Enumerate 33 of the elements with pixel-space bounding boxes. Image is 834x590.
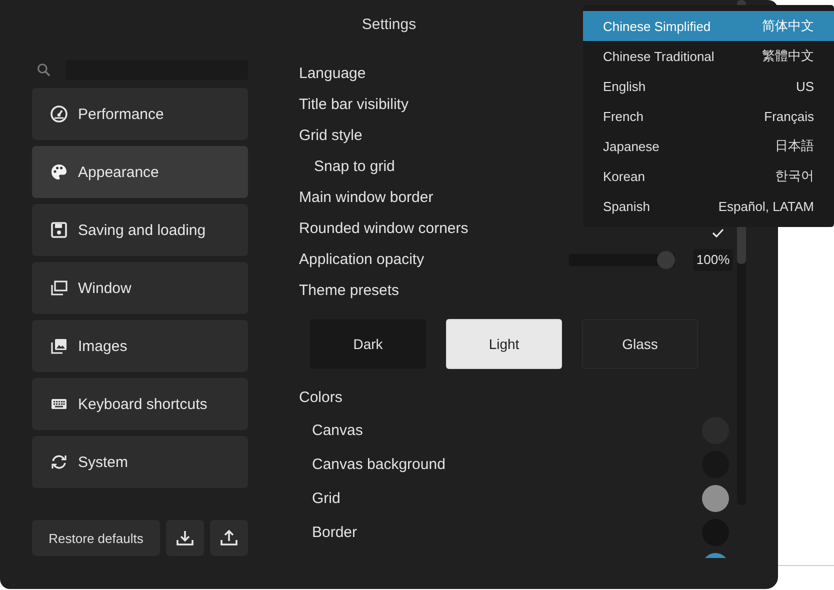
language-option[interactable]: Chinese Simplified 简体中文: [583, 11, 834, 41]
color-label: Border: [312, 524, 358, 540]
language-option[interactable]: English US: [583, 71, 834, 101]
color-label: Canvas background: [312, 456, 446, 472]
language-option[interactable]: Japanese 日本語: [583, 131, 834, 161]
setting-label: Theme presets: [299, 282, 400, 299]
setting-label: Main window border: [299, 189, 434, 206]
setting-label: Application opacity: [299, 251, 424, 268]
theme-preset-button[interactable]: Light: [446, 319, 562, 369]
theme-preset-button[interactable]: Glass: [582, 319, 698, 369]
sidebar-item[interactable]: Appearance: [32, 146, 248, 198]
sidebar-item[interactable]: Window: [32, 262, 248, 314]
setting-label: Rounded window corners: [299, 220, 468, 237]
setting-label: Grid style: [299, 127, 362, 144]
sidebar-item[interactable]: Images: [32, 320, 248, 372]
window-title: Settings: [362, 15, 416, 35]
restore-defaults-button[interactable]: Restore defaults: [32, 520, 160, 556]
sidebar-item[interactable]: Performance: [32, 88, 248, 140]
color-label: Grid: [312, 490, 340, 506]
language-option[interactable]: Korean 한국어: [583, 161, 834, 191]
color-label: Canvas: [312, 422, 363, 438]
theme-preset-button[interactable]: Dark: [310, 319, 426, 369]
sidebar-item[interactable]: Saving and loading: [32, 204, 248, 256]
setting-label: Snap to grid: [313, 158, 395, 175]
slider-value: 100%: [693, 248, 733, 270]
setting-label: Title bar visibility: [299, 96, 408, 113]
setting-label: Language: [299, 65, 366, 82]
setting-label: Colors: [299, 389, 342, 406]
sidebar-item[interactable]: System: [32, 436, 248, 488]
language-option[interactable]: Chinese Traditional 繁體中文: [583, 41, 834, 71]
sidebar-item[interactable]: Keyboard shortcuts: [32, 378, 248, 430]
language-option[interactable]: Spanish Español, LATAM: [583, 191, 834, 221]
language-option[interactable]: French Français: [583, 101, 834, 131]
